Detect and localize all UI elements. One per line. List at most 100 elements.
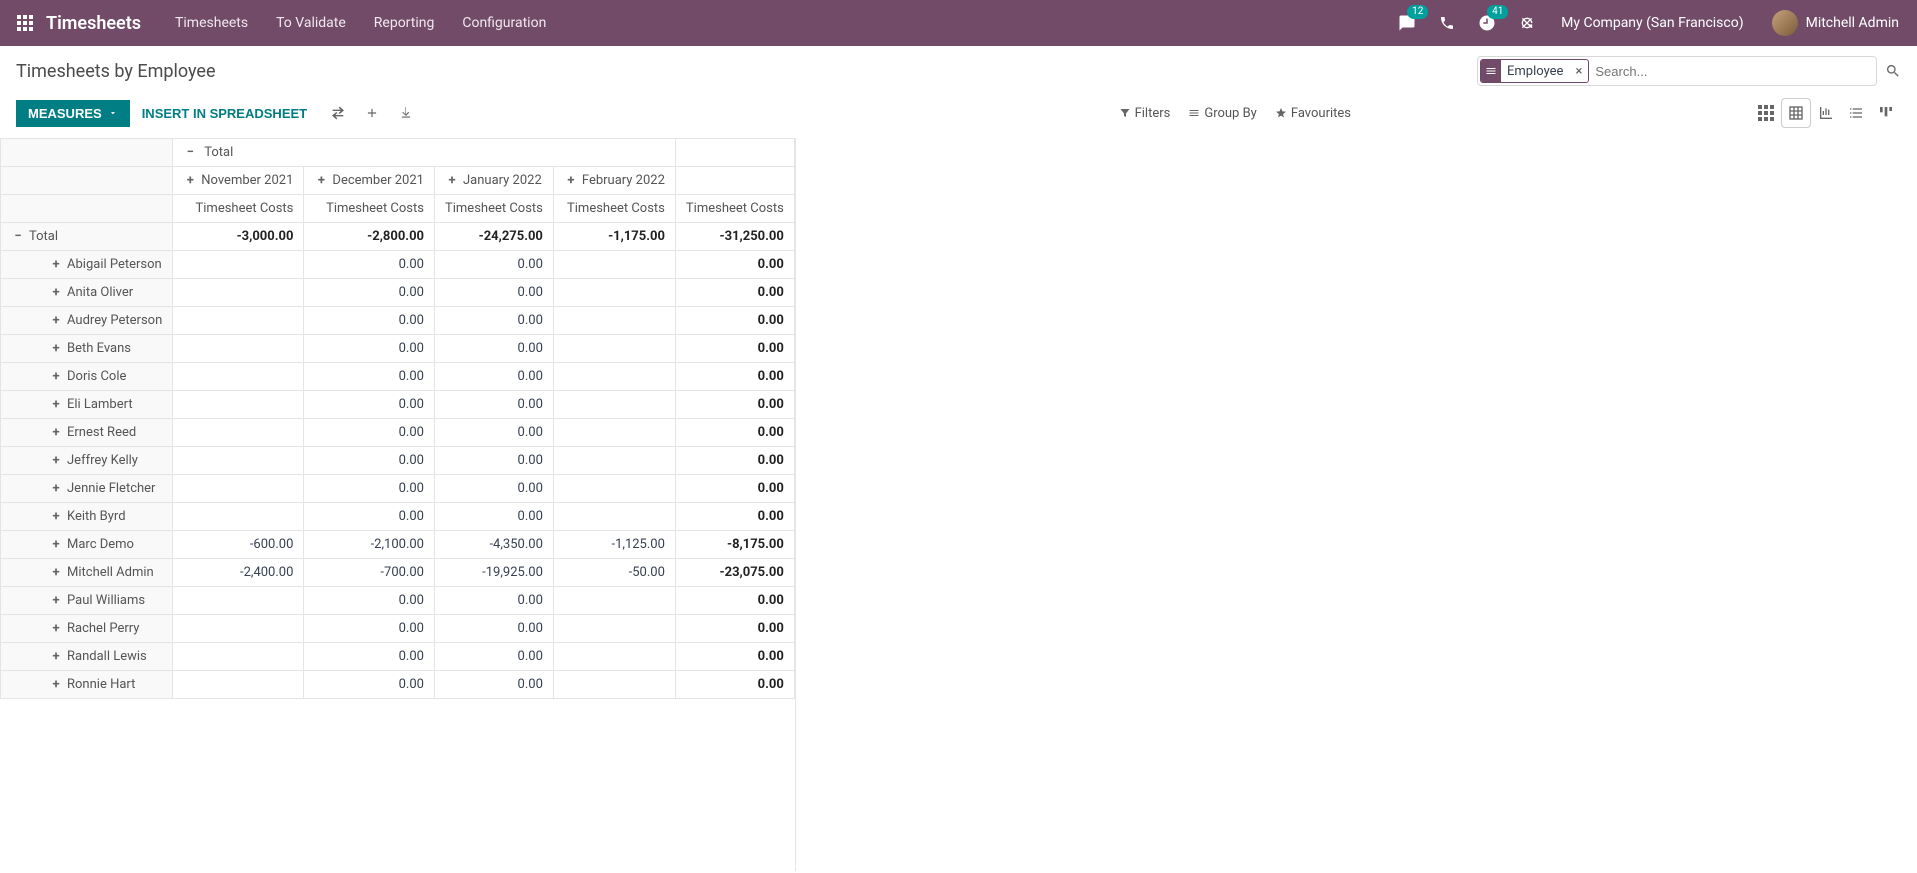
data-cell[interactable]: 0.00 (434, 587, 553, 615)
phone-icon[interactable] (1431, 7, 1463, 39)
data-cell[interactable]: 0.00 (304, 643, 435, 671)
col-header[interactable]: January 2022 (463, 173, 542, 188)
collapse-col-total[interactable]: − (183, 145, 197, 160)
expand-row[interactable]: + (49, 257, 63, 272)
nav-configuration[interactable]: Configuration (448, 0, 560, 46)
row-label[interactable]: Jeffrey Kelly (67, 453, 138, 468)
data-cell[interactable] (173, 671, 304, 699)
data-cell[interactable]: 0.00 (434, 447, 553, 475)
data-cell[interactable]: 0.00 (304, 391, 435, 419)
data-cell[interactable]: 0.00 (434, 671, 553, 699)
nav-reporting[interactable]: Reporting (360, 0, 449, 46)
view-list-icon[interactable] (1841, 98, 1871, 128)
nav-timesheets[interactable]: Timesheets (161, 0, 262, 46)
measures-button[interactable]: MEASURES (16, 100, 130, 127)
row-label[interactable]: Jennie Fletcher (67, 481, 155, 496)
data-cell[interactable] (173, 391, 304, 419)
data-cell[interactable]: 0.00 (675, 335, 794, 363)
data-cell[interactable]: -700.00 (304, 559, 435, 587)
data-cell[interactable] (173, 279, 304, 307)
row-label[interactable]: Mitchell Admin (67, 565, 154, 580)
data-cell[interactable]: 0.00 (675, 587, 794, 615)
data-cell[interactable]: -1,125.00 (553, 531, 675, 559)
data-cell[interactable]: 0.00 (304, 419, 435, 447)
data-cell[interactable] (553, 279, 675, 307)
data-cell[interactable] (173, 447, 304, 475)
row-label[interactable]: Ronnie Hart (67, 677, 135, 692)
data-cell[interactable] (553, 251, 675, 279)
row-label[interactable]: Anita Oliver (67, 285, 133, 300)
search-icon[interactable] (1885, 63, 1901, 79)
row-group-total[interactable]: Total (29, 229, 58, 244)
data-cell[interactable]: -19,925.00 (434, 559, 553, 587)
data-cell[interactable] (173, 615, 304, 643)
data-cell[interactable]: -600.00 (173, 531, 304, 559)
data-cell[interactable]: 0.00 (304, 251, 435, 279)
data-cell[interactable]: 0.00 (675, 503, 794, 531)
col-header[interactable]: February 2022 (582, 173, 665, 188)
data-cell[interactable]: 0.00 (434, 307, 553, 335)
search-box[interactable]: Employee × (1477, 56, 1877, 86)
row-label[interactable]: Abigail Peterson (67, 257, 162, 272)
col-header[interactable]: December 2021 (332, 173, 424, 188)
data-cell[interactable] (553, 615, 675, 643)
data-cell[interactable]: -2,400.00 (173, 559, 304, 587)
row-label[interactable]: Rachel Perry (67, 621, 139, 636)
row-label[interactable]: Keith Byrd (67, 509, 126, 524)
data-cell[interactable]: 0.00 (304, 475, 435, 503)
expand-row[interactable]: + (49, 649, 63, 664)
data-cell[interactable]: 0.00 (434, 643, 553, 671)
expand-row[interactable]: + (49, 565, 63, 580)
data-cell[interactable]: 0.00 (434, 335, 553, 363)
apps-menu-icon[interactable] (8, 6, 42, 40)
expand-row[interactable]: + (49, 313, 63, 328)
view-graph-icon[interactable] (1751, 98, 1781, 128)
data-cell[interactable]: 0.00 (304, 671, 435, 699)
data-cell[interactable]: -50.00 (553, 559, 675, 587)
activities-icon[interactable]: 41 (1471, 7, 1503, 39)
data-cell[interactable]: 0.00 (434, 279, 553, 307)
data-cell[interactable] (553, 307, 675, 335)
expand-row[interactable]: + (49, 425, 63, 440)
data-cell[interactable]: 0.00 (434, 363, 553, 391)
view-chart-icon[interactable] (1811, 98, 1841, 128)
groupby-button[interactable]: Group By (1188, 106, 1257, 121)
data-cell[interactable]: -8,175.00 (675, 531, 794, 559)
expand-row[interactable]: + (49, 593, 63, 608)
data-cell[interactable] (553, 587, 675, 615)
data-cell[interactable] (173, 251, 304, 279)
view-pivot-icon[interactable] (1781, 98, 1811, 128)
data-cell[interactable]: 0.00 (675, 475, 794, 503)
expand-col-0[interactable]: + (183, 173, 197, 188)
expand-row[interactable]: + (49, 369, 63, 384)
row-label[interactable]: Beth Evans (67, 341, 131, 356)
data-cell[interactable] (553, 475, 675, 503)
data-cell[interactable]: 0.00 (675, 447, 794, 475)
data-cell[interactable] (553, 503, 675, 531)
row-label[interactable]: Ernest Reed (67, 425, 136, 440)
data-cell[interactable]: 0.00 (304, 307, 435, 335)
expand-row[interactable]: + (49, 509, 63, 524)
data-cell[interactable]: 0.00 (675, 279, 794, 307)
data-cell[interactable] (173, 475, 304, 503)
data-cell[interactable]: 0.00 (304, 335, 435, 363)
data-cell[interactable]: 0.00 (434, 391, 553, 419)
data-cell[interactable] (553, 671, 675, 699)
row-label[interactable]: Randall Lewis (67, 649, 147, 664)
data-cell[interactable] (553, 335, 675, 363)
data-cell[interactable] (553, 391, 675, 419)
filters-button[interactable]: Filters (1119, 106, 1171, 121)
facet-remove[interactable]: × (1569, 64, 1588, 79)
expand-row[interactable]: + (49, 481, 63, 496)
expand-row[interactable]: + (49, 537, 63, 552)
data-cell[interactable] (553, 643, 675, 671)
data-cell[interactable]: 0.00 (675, 391, 794, 419)
flip-axis-icon[interactable] (323, 98, 353, 128)
row-label[interactable]: Marc Demo (67, 537, 134, 552)
expand-col-2[interactable]: + (445, 173, 459, 188)
row-label[interactable]: Eli Lambert (67, 397, 133, 412)
data-cell[interactable] (173, 335, 304, 363)
data-cell[interactable]: 0.00 (304, 587, 435, 615)
data-cell[interactable]: 0.00 (434, 419, 553, 447)
data-cell[interactable]: 0.00 (434, 615, 553, 643)
